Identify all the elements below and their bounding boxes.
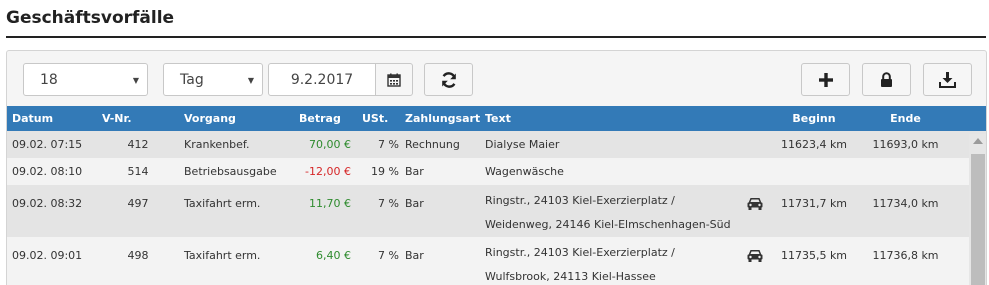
calendar-button[interactable] <box>375 63 413 96</box>
cell-vorgang: Taxifahrt erm. <box>184 197 261 210</box>
date-input[interactable]: 9.2.2017 <box>268 63 376 96</box>
number-select-value: 18 <box>40 71 58 88</box>
cell-icon <box>742 185 768 237</box>
cell-ust: 7 % <box>378 137 399 151</box>
caret-down-icon: ▼ <box>247 76 254 85</box>
text-line-2: Wulfsbrook, 24113 Kiel-Hassee <box>485 270 656 283</box>
text-line-1: Ringstr., 24103 Kiel-Exerzierplatz / <box>485 246 675 259</box>
cell-text: Dialyse Maier <box>485 137 560 151</box>
cell-icon <box>742 131 768 158</box>
cell-zahlungsart: Bar <box>405 249 424 262</box>
refresh-icon <box>441 71 456 88</box>
col-header-icon <box>742 106 768 131</box>
cell-ende: 11734,0 km <box>872 197 939 210</box>
date-input-value: 9.2.2017 <box>290 71 354 88</box>
cell-text: Ringstr., 24103 Kiel-Exerzierplatz / Wei… <box>480 185 742 237</box>
cell-vnr: 514 <box>127 164 149 178</box>
table-row[interactable]: 09.02. 07:15 412 Krankenbef. 70,00 € 7 %… <box>7 131 986 158</box>
cell-text: Ringstr., 24103 Kiel-Exerzierplatz / Wul… <box>480 237 742 285</box>
cell-datum: 09.02. 07:15 <box>12 137 83 151</box>
refresh-button[interactable] <box>424 63 473 96</box>
table-row[interactable]: 09.02. 08:32 497 Taxifahrt erm. 11,70 € … <box>7 185 986 237</box>
scroll-up-icon[interactable] <box>973 138 983 144</box>
col-header-zahlungsart[interactable]: Zahlungsart <box>405 106 480 131</box>
period-select[interactable]: Tag ▼ <box>163 63 263 96</box>
table-header-row: Datum V-Nr. Vorgang Betrag USt. Zahlungs… <box>7 106 986 131</box>
add-button[interactable] <box>801 63 850 96</box>
cell-beginn: 11735,5 km <box>780 249 848 262</box>
col-header-beginn[interactable]: Beginn <box>768 106 860 131</box>
scrollbar-thumb[interactable] <box>971 154 985 285</box>
cell-vorgang: Betriebsausgabe <box>184 164 277 178</box>
download-icon <box>939 71 956 88</box>
plus-icon <box>818 72 833 87</box>
col-header-ust[interactable]: USt. <box>357 106 405 131</box>
table-scrollbar[interactable] <box>969 134 986 285</box>
col-header-spacer <box>951 106 986 131</box>
cell-ende <box>860 158 951 185</box>
cell-text: Wagenwäsche <box>485 164 564 178</box>
cell-beginn <box>768 158 860 185</box>
cell-vnr: 412 <box>127 137 149 151</box>
cell-datum: 09.02. 09:01 <box>12 249 83 262</box>
title-divider <box>6 36 986 38</box>
cell-vorgang: Krankenbef. <box>184 137 250 151</box>
cell-icon <box>742 237 768 285</box>
col-header-datum[interactable]: Datum <box>7 106 97 131</box>
cell-datum: 09.02. 08:10 <box>12 164 83 178</box>
cell-ust: 7 % <box>378 197 399 210</box>
lock-button[interactable] <box>862 63 911 96</box>
caret-down-icon: ▼ <box>132 76 139 85</box>
period-select-value: Tag <box>180 71 204 88</box>
text-line-1: Ringstr., 24103 Kiel-Exerzierplatz / <box>485 194 675 207</box>
transactions-panel: 18 ▼ Tag ▼ 9.2.2017 Datum V-Nr. Vorgang … <box>6 50 987 285</box>
cell-datum: 09.02. 08:32 <box>12 197 83 210</box>
page-title: Geschäftsvorfälle <box>6 8 175 28</box>
cell-icon <box>742 158 768 185</box>
cell-ende: 11736,8 km <box>872 249 939 262</box>
transactions-table: Datum V-Nr. Vorgang Betrag USt. Zahlungs… <box>7 106 986 285</box>
table-row[interactable]: 09.02. 09:01 498 Taxifahrt erm. 6,40 € 7… <box>7 237 986 285</box>
cell-vnr: 498 <box>127 249 149 262</box>
cell-ende: 11693,0 km <box>872 137 939 151</box>
col-header-ende[interactable]: Ende <box>860 106 951 131</box>
text-line-2: Weidenweg, 24146 Kiel-Elmschenhagen-Süd <box>485 218 731 231</box>
car-icon <box>747 198 763 210</box>
cell-zahlungsart: Bar <box>405 197 424 210</box>
cell-vnr: 497 <box>127 197 149 210</box>
number-select[interactable]: 18 ▼ <box>23 63 148 96</box>
cell-betrag: 6,40 € <box>316 249 351 262</box>
col-header-vnr[interactable]: V-Nr. <box>97 106 179 131</box>
cell-ust: 7 % <box>378 249 399 262</box>
calendar-icon <box>387 73 401 87</box>
cell-beginn: 11623,4 km <box>780 137 848 151</box>
cell-zahlungsart: Bar <box>405 164 424 178</box>
cell-ust: 19 % <box>371 164 399 178</box>
cell-betrag: -12,00 € <box>305 164 351 178</box>
col-header-text[interactable]: Text <box>480 106 742 131</box>
cell-betrag: 11,70 € <box>309 197 351 210</box>
cell-betrag: 70,00 € <box>309 137 351 151</box>
col-header-vorgang[interactable]: Vorgang <box>179 106 294 131</box>
table-row[interactable]: 09.02. 08:10 514 Betriebsausgabe -12,00 … <box>7 158 986 185</box>
car-icon <box>747 250 763 262</box>
cell-beginn: 11731,7 km <box>780 197 848 210</box>
download-button[interactable] <box>923 63 972 96</box>
col-header-betrag[interactable]: Betrag <box>294 106 357 131</box>
cell-zahlungsart: Rechnung <box>405 137 460 151</box>
lock-icon <box>881 72 892 87</box>
cell-vorgang: Taxifahrt erm. <box>184 249 261 262</box>
